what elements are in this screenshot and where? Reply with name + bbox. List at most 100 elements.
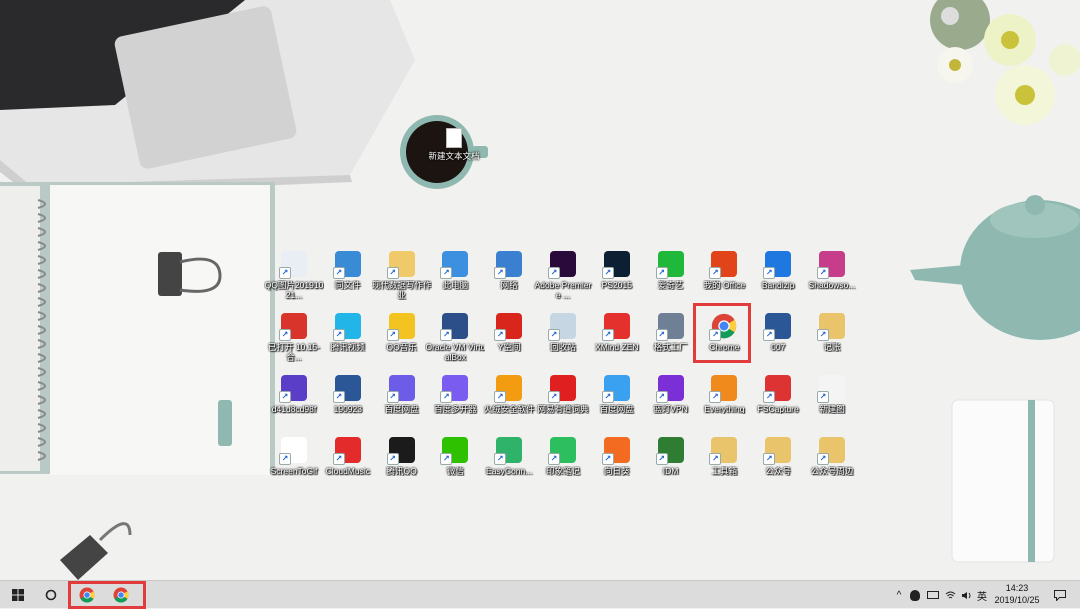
shortcut-arrow-icon: ↗ bbox=[332, 391, 345, 403]
shortcut-arrow-icon: ↗ bbox=[655, 329, 668, 341]
shortcut-arrow-icon: ↗ bbox=[386, 391, 399, 403]
desktop-icon[interactable]: ↗ 此电脑 bbox=[425, 251, 485, 290]
idm-icon: ↗ bbox=[655, 437, 684, 465]
shortcut-arrow-icon: ↗ bbox=[709, 391, 722, 403]
desktop-icon[interactable]: ↗ QQ音乐 bbox=[372, 313, 432, 352]
easyconnect-icon: ↗ bbox=[494, 437, 523, 465]
desktop-icon[interactable]: ↗ 007 bbox=[748, 313, 808, 352]
tray-overflow-chevron[interactable]: ^ bbox=[893, 581, 905, 609]
desktop-icon[interactable]: ↗ 百度网盘 bbox=[372, 375, 432, 414]
desktop-icon[interactable]: ↗ Bandizip bbox=[748, 251, 808, 290]
shortcut-arrow-icon: ↗ bbox=[601, 453, 614, 465]
shortcut-arrow-icon: ↗ bbox=[548, 391, 560, 403]
desktop-icon[interactable]: ↗ 网络 bbox=[479, 251, 539, 290]
folder-icon: ↗ bbox=[817, 313, 845, 341]
iqiyi-icon: ↗ bbox=[655, 251, 684, 279]
desktop-icon[interactable]: ↗ 公众号 bbox=[748, 437, 808, 476]
desktop-icon[interactable]: ↗ 工具箱 bbox=[694, 437, 754, 476]
huorong-icon: ↗ bbox=[494, 375, 523, 403]
desktop-item-label: 新建文本文档 bbox=[428, 151, 480, 161]
desktop-icon[interactable]: ↗ 格式工厂 bbox=[641, 313, 701, 352]
desktop-item-coffee-file[interactable]: 新建文本文档 bbox=[424, 128, 484, 162]
desktop-icon[interactable]: ↗ 火绒安全软件 bbox=[479, 375, 539, 414]
desktop-icon[interactable]: ↗ XMind ZEN bbox=[587, 313, 647, 352]
desktop-icon[interactable]: ↗ 回收站 bbox=[533, 313, 593, 352]
pdf-icon: ↗ bbox=[279, 313, 307, 341]
baidu-netdisk-icon: ↗ bbox=[386, 375, 415, 403]
desktop-icon[interactable]: ↗ EasyConn... bbox=[479, 437, 539, 476]
desktop-icon-label: 百度网盘 bbox=[599, 404, 634, 414]
desktop-icon[interactable]: ↗ 网易有道词典 bbox=[533, 375, 593, 414]
youdao-icon: ↗ bbox=[548, 375, 576, 403]
tray-volume-icon[interactable] bbox=[959, 581, 973, 609]
desktop-icon-label: 蓝灯VPN bbox=[653, 404, 688, 414]
premiere-icon: ↗ bbox=[548, 251, 576, 279]
shortcut-arrow-icon: ↗ bbox=[494, 329, 507, 341]
desktop-icon[interactable]: ↗ 已打开 10.15-合... bbox=[264, 313, 324, 362]
chrome-desktop-highlight bbox=[693, 303, 751, 363]
desktop-icon[interactable]: ↗ Everything bbox=[694, 375, 754, 414]
desktop-icon[interactable]: ↗ QQ图片20191021... bbox=[264, 251, 324, 300]
start-button[interactable] bbox=[6, 581, 30, 609]
desktop-icon-label: 公众号周边 bbox=[810, 466, 854, 476]
desktop-icon-label: 工具箱 bbox=[711, 466, 738, 476]
desktop-icon[interactable]: ↗ 腾讯QQ bbox=[372, 437, 432, 476]
desktop-icon[interactable]: ↗ 微信 bbox=[425, 437, 485, 476]
desktop-icon[interactable]: ↗ 爱奇艺 bbox=[641, 251, 701, 290]
shortcut-arrow-icon: ↗ bbox=[763, 267, 776, 279]
desktop-icon-label: d41d8cd98f bbox=[271, 404, 317, 414]
desktop-icon[interactable]: ↗ 蓝灯VPN bbox=[641, 375, 701, 414]
desktop-icon[interactable]: ↗ 腾讯视频 bbox=[318, 313, 378, 352]
shortcut-arrow-icon: ↗ bbox=[709, 453, 722, 465]
desktop-icon[interactable]: ↗ FSCapture bbox=[748, 375, 808, 414]
desktop-icon[interactable]: ↗ 印象笔记 bbox=[533, 437, 593, 476]
office-icon: ↗ bbox=[709, 251, 738, 279]
tray-time: 14:23 bbox=[1005, 583, 1029, 593]
desktop-icon[interactable]: ↗ Oracle VM VirtualBox bbox=[425, 313, 485, 362]
desktop-icon[interactable]: ↗ CloudMusic bbox=[318, 437, 378, 476]
desktop-icon[interactable]: ↗ Adobe Premiere ... bbox=[533, 251, 593, 300]
qq-icon: ↗ bbox=[386, 437, 415, 465]
photoshop-icon: ↗ bbox=[601, 251, 630, 279]
shortcut-arrow-icon: ↗ bbox=[440, 453, 453, 465]
desktop-icon-label: 同文件 bbox=[335, 280, 361, 290]
desktop-icon[interactable]: ↗ ScreenToGif bbox=[264, 437, 324, 476]
desktop-icon[interactable]: ↗ Shadowso... bbox=[802, 251, 862, 290]
desktop-icon[interactable]: ↗ IDM bbox=[641, 437, 701, 476]
shortcut-arrow-icon: ↗ bbox=[279, 453, 291, 465]
tray-battery-icon[interactable] bbox=[926, 581, 940, 609]
shortcut-arrow-icon: ↗ bbox=[494, 267, 507, 279]
desktop-icon-label: 公众号 bbox=[765, 466, 791, 476]
desktop-icon[interactable]: ↗ Y空间 bbox=[479, 313, 539, 352]
desktop-icon-label: 此电脑 bbox=[442, 280, 469, 290]
tray-clock[interactable]: 14:23 2019/10/25 bbox=[991, 582, 1043, 606]
desktop-icon[interactable]: ↗ 百度网盘 bbox=[587, 375, 647, 414]
desktop-icon[interactable]: ↗ 新建图 bbox=[802, 375, 862, 414]
desktop-icon[interactable]: ↗ 190923 bbox=[318, 375, 378, 414]
network-icon: ↗ bbox=[494, 251, 523, 279]
desktop-icon-label: FSCapture bbox=[757, 404, 799, 414]
shortcut-arrow-icon: ↗ bbox=[494, 391, 507, 403]
action-center-button[interactable] bbox=[1050, 581, 1070, 609]
desktop-icon[interactable]: ↗ 我的 Office bbox=[694, 251, 754, 290]
desktop-icon[interactable]: ↗ PS2015 bbox=[587, 251, 647, 290]
desktop-icon-label: QQ图片20191021... bbox=[264, 280, 324, 300]
desktop-icon-label: 记账 bbox=[823, 342, 841, 352]
desktop-icon[interactable]: ↗ 现代数据写作作业 bbox=[372, 251, 432, 300]
notebook-image bbox=[0, 182, 275, 475]
shortcut-arrow-icon: ↗ bbox=[709, 267, 722, 279]
tray-wifi-icon[interactable] bbox=[943, 581, 957, 609]
word-doc-icon: ↗ bbox=[332, 375, 361, 403]
vpn-icon: ↗ bbox=[655, 375, 684, 403]
desktop-icon[interactable]: ↗ 同文件 bbox=[318, 251, 378, 290]
desktop-icon[interactable]: ↗ d41d8cd98f bbox=[264, 375, 324, 414]
tray-qq-icon[interactable] bbox=[908, 581, 922, 609]
search-button[interactable] bbox=[40, 581, 62, 609]
desktop-icon[interactable]: ↗ 公众号周边 bbox=[802, 437, 862, 476]
shortcut-arrow-icon: ↗ bbox=[763, 453, 776, 465]
desktop-icon[interactable]: ↗ 记账 bbox=[802, 313, 862, 352]
desktop-icon[interactable]: ↗ 向日葵 bbox=[587, 437, 647, 476]
multi-open-icon: ↗ bbox=[440, 375, 469, 403]
tray-ime-indicator[interactable]: 英 bbox=[975, 581, 989, 609]
desktop-icon[interactable]: ↗ 百度多开器 bbox=[425, 375, 485, 414]
